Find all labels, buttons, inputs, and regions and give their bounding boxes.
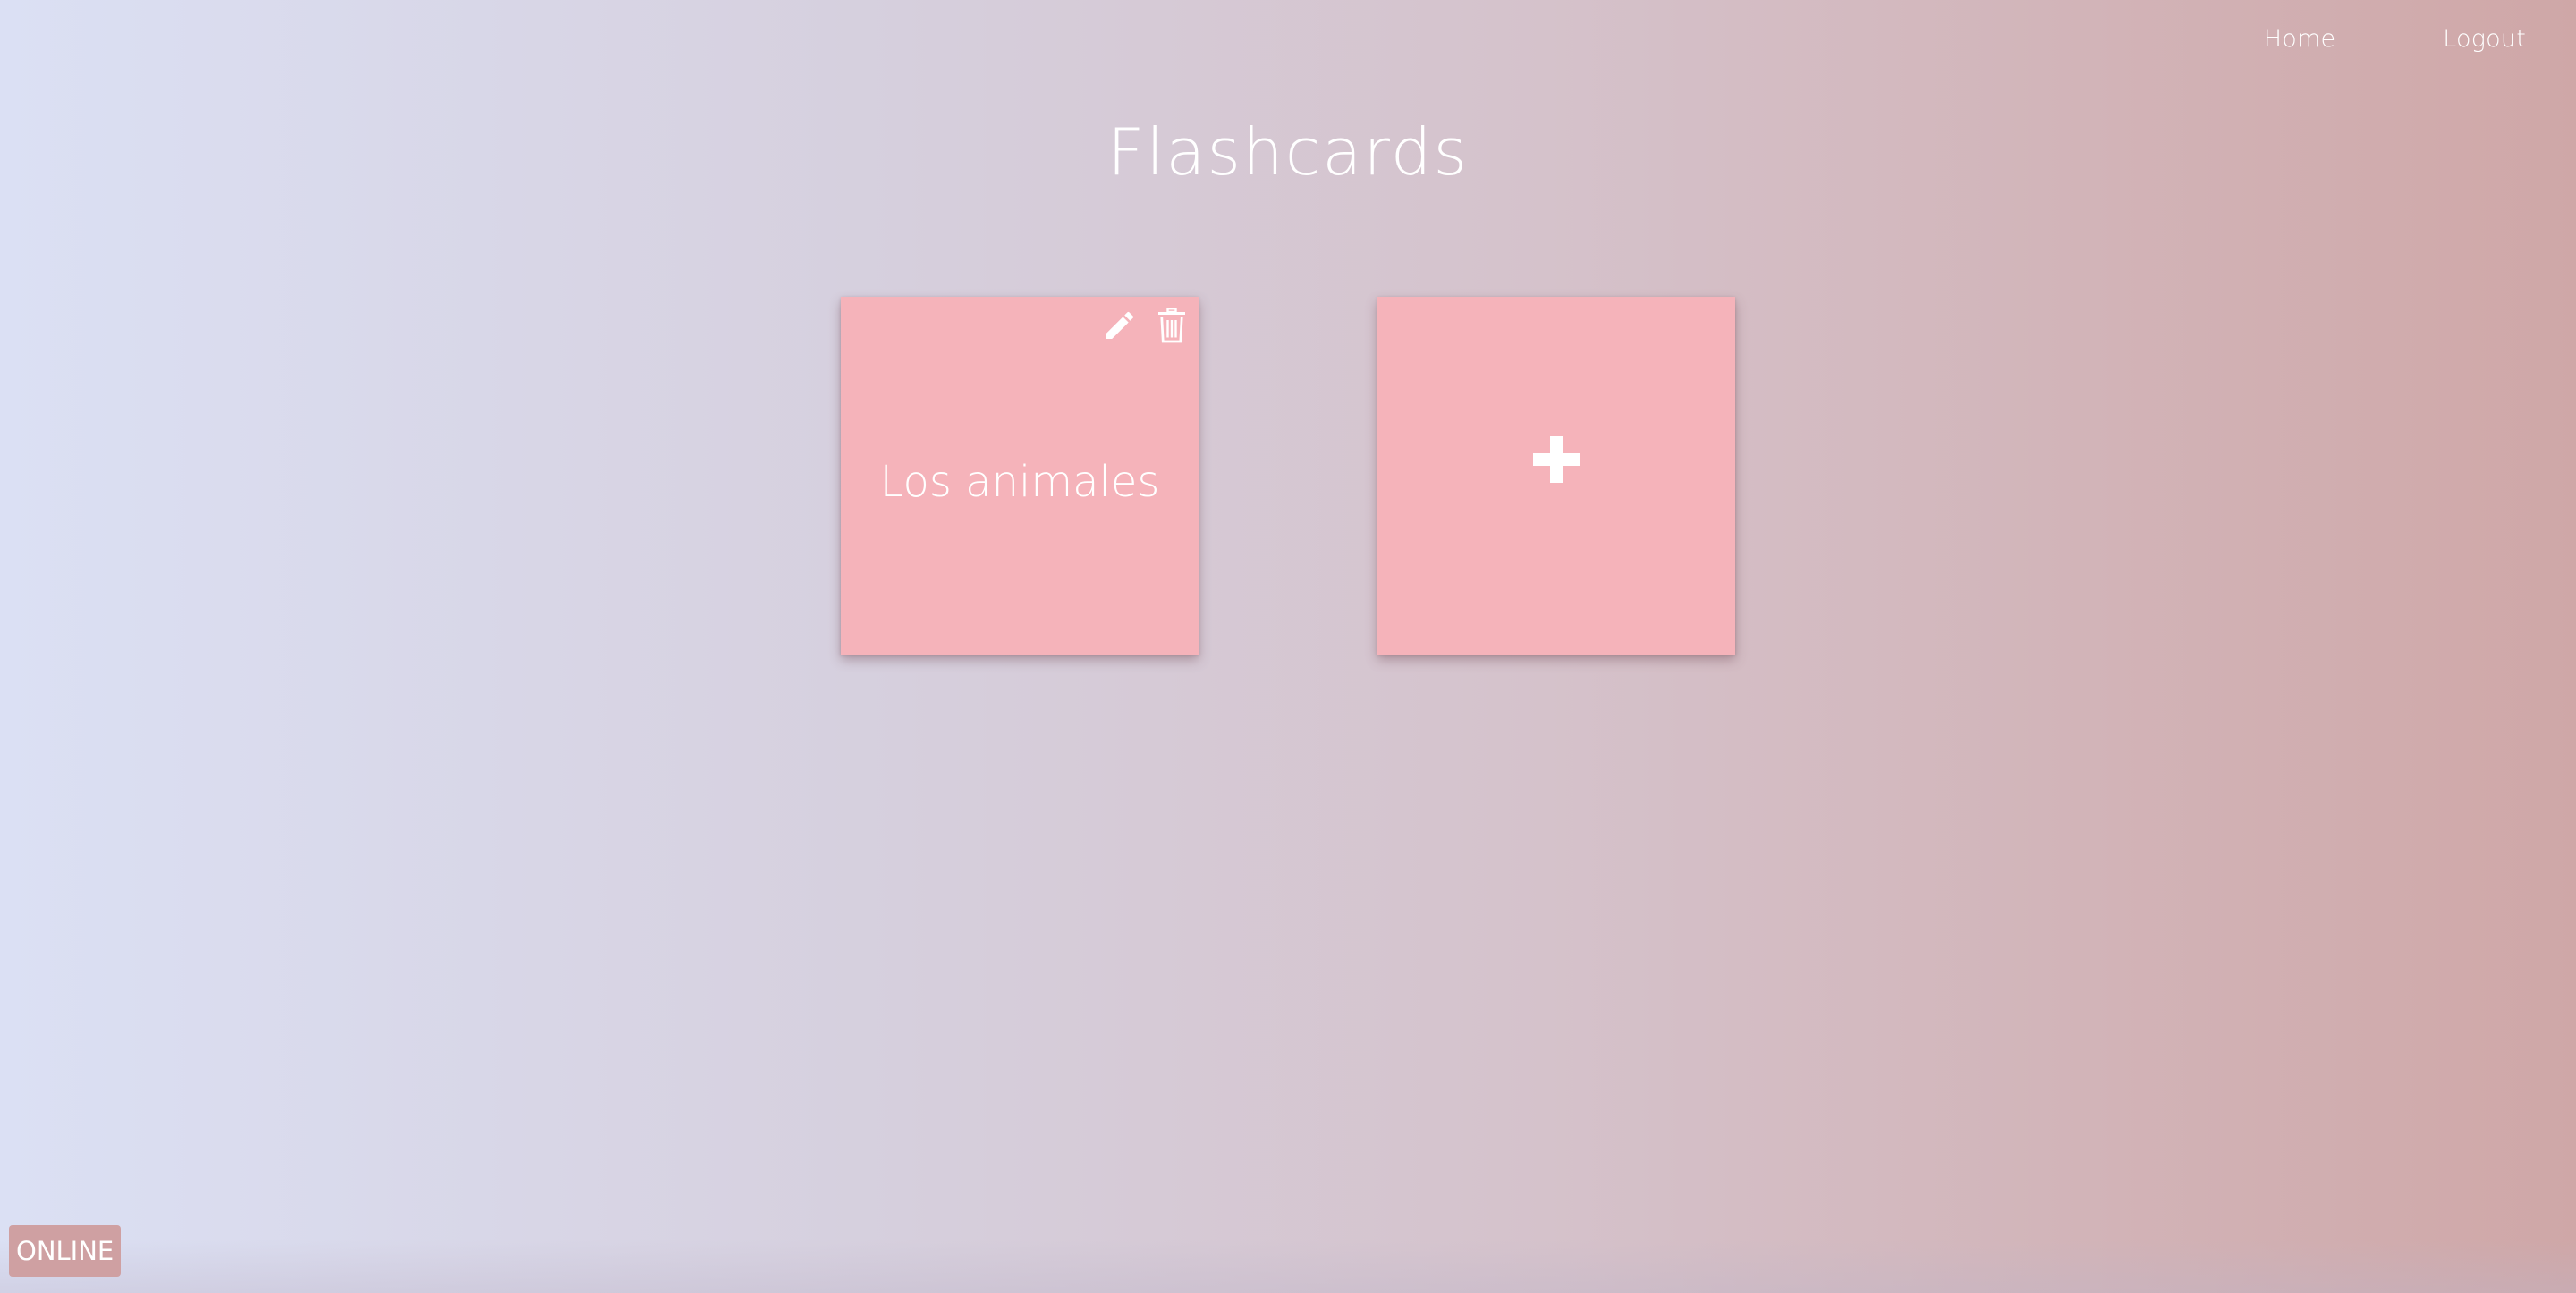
deck-card[interactable]: Los animales <box>841 297 1199 655</box>
delete-icon[interactable] <box>1152 306 1191 345</box>
add-deck-card[interactable] <box>1377 297 1735 655</box>
bottom-shade <box>0 1239 2576 1293</box>
page-title: Flashcards <box>1107 114 1469 190</box>
deck-card-actions <box>1100 306 1191 345</box>
nav-home-link[interactable]: Home <box>2264 25 2336 53</box>
plus-icon <box>1533 436 1580 486</box>
edit-icon[interactable] <box>1100 306 1140 345</box>
top-nav: Home Logout <box>2264 25 2526 53</box>
status-badge: ONLINE <box>9 1225 122 1277</box>
deck-card-label: Los animales <box>879 457 1160 507</box>
nav-logout-link[interactable]: Logout <box>2443 25 2526 53</box>
